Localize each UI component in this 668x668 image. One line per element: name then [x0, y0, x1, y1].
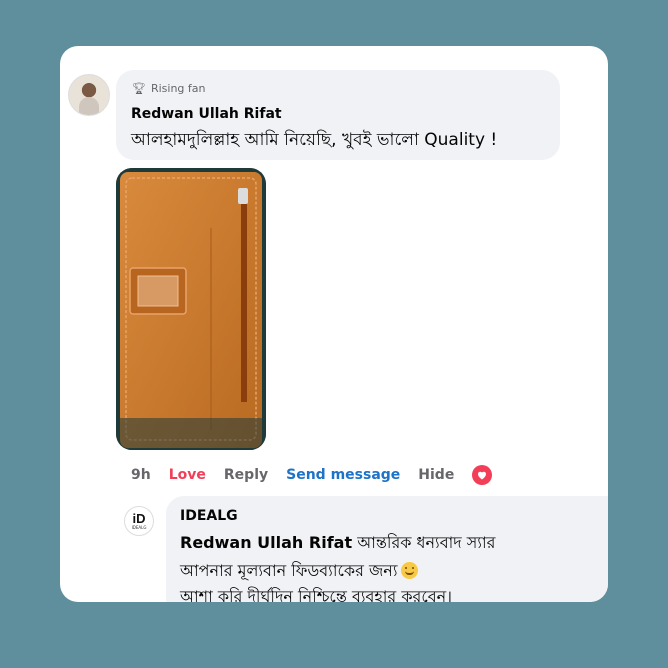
- reply-mention[interactable]: Redwan Ullah Rifat: [180, 533, 352, 552]
- comment-time[interactable]: 9h: [131, 467, 151, 483]
- commenter-avatar[interactable]: [68, 74, 110, 116]
- reply-text-2: আপনার মূল্যবান ফিডব্যাকের জন্য: [180, 561, 398, 580]
- reply-line-1: Redwan Ullah Rifat আন্তরিক ধন্যবাদ স্যার: [180, 530, 495, 557]
- comment-card: 🏆︎ Rising fan Redwan Ullah Rifat আলহামদু…: [60, 46, 608, 602]
- idealg-logo-subtext: IDEALG: [131, 524, 147, 530]
- send-message-button[interactable]: Send message: [286, 467, 400, 483]
- badge-label: Rising fan: [150, 82, 206, 95]
- heart-icon[interactable]: [472, 465, 493, 485]
- comment-actions: 9h Love Reply Send message Hide: [131, 464, 493, 486]
- reply-bubble: IDEALG Redwan Ullah Rifat আন্তরিক ধন্যবা…: [166, 496, 608, 602]
- comment-author[interactable]: Redwan Ullah Rifat: [131, 106, 282, 122]
- reply-line-3: আশা করি দীর্ঘদিন নিশ্চিন্তে ব্যবহার করবে…: [180, 587, 452, 602]
- reply-button[interactable]: Reply: [224, 467, 268, 483]
- rising-fan-badge: 🏆︎ Rising fan: [132, 82, 206, 95]
- comment-photo[interactable]: [116, 168, 266, 450]
- idealg-logo: iD: [132, 510, 146, 526]
- reply-author[interactable]: IDEALG: [180, 508, 238, 524]
- smile-emoji-icon: [401, 562, 419, 579]
- reply-line-2: আপনার মূল্যবান ফিডব্যাকের জন্য: [180, 558, 419, 585]
- hide-button[interactable]: Hide: [418, 467, 454, 483]
- page-avatar[interactable]: iD IDEALG: [124, 506, 154, 536]
- trophy-icon: 🏆︎: [132, 82, 146, 95]
- comment-text: আলহামদুলিল্লাহ আমি নিয়েছি, খুবই ভালো Qu…: [131, 130, 498, 150]
- comment-bubble: 🏆︎ Rising fan Redwan Ullah Rifat আলহামদু…: [116, 70, 560, 160]
- love-button[interactable]: Love: [169, 467, 206, 483]
- reply-text-1: আন্তরিক ধন্যবাদ স্যার: [357, 533, 496, 552]
